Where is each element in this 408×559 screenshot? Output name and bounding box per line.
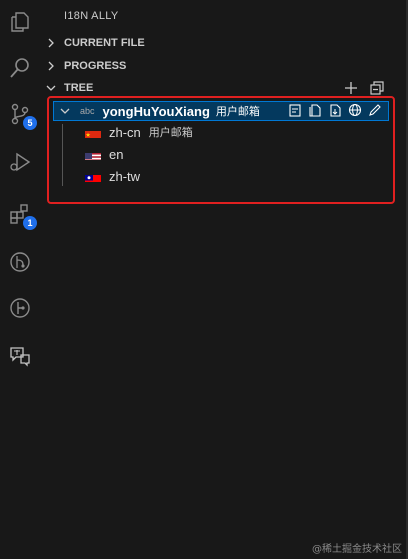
locale-value: 用户邮箱 [148, 126, 193, 139]
section-current-file[interactable]: CURRENT FILE [46, 34, 406, 52]
sidebar: I18N ALLY CURRENT FILE PROGRESS TREE abc… [40, 0, 408, 559]
section-tree-label: TREE [64, 82, 94, 94]
git-lens-icon[interactable] [4, 292, 36, 324]
section-progress-label: PROGRESS [64, 60, 127, 72]
source-control-badge: 5 [23, 116, 37, 130]
locale-row-zh-tw[interactable]: zh-tw [85, 166, 140, 186]
extensions-icon[interactable]: 1 [4, 198, 37, 230]
i18n-ally-icon[interactable] [4, 340, 36, 372]
key-value: 用户邮箱 [215, 105, 260, 118]
key-actions [288, 102, 382, 121]
locale-code: zh-tw [109, 168, 141, 184]
locale-code: en [109, 146, 124, 162]
git-graph-icon[interactable] [4, 246, 36, 278]
china-flag-icon [85, 127, 101, 138]
search-icon[interactable] [4, 52, 36, 84]
copy-key-icon[interactable] [308, 102, 322, 121]
chevron-down-icon [46, 81, 60, 95]
tree-root-row[interactable]: abc yongHuYouXiang 用户邮箱 [53, 101, 389, 121]
source-control-icon[interactable]: 5 [4, 98, 37, 130]
chevron-down-icon[interactable] [60, 106, 74, 116]
explorer-icon[interactable] [4, 6, 36, 38]
locale-row-zh-cn[interactable]: zh-cn 用户邮箱 [85, 122, 193, 142]
edit-pencil-icon[interactable] [368, 102, 382, 121]
key-name: yongHuYouXiang [102, 103, 210, 119]
translate-globe-icon[interactable] [348, 102, 362, 121]
chevron-right-icon [46, 59, 60, 73]
usa-flag-icon [85, 149, 101, 160]
locale-code: zh-cn [109, 124, 141, 140]
watermark: @稀土掘金技术社区 [312, 544, 402, 555]
run-debug-icon[interactable] [4, 146, 36, 178]
chevron-right-icon [46, 36, 60, 50]
sidebar-title: I18N ALLY [64, 10, 119, 22]
go-to-definition-icon[interactable] [328, 102, 342, 121]
taiwan-flag-icon [85, 171, 101, 182]
locale-row-en[interactable]: en [85, 144, 123, 164]
section-current-file-label: CURRENT FILE [64, 37, 145, 49]
activity-bar: 5 1 [0, 0, 40, 559]
extensions-badge: 1 [23, 216, 37, 230]
section-progress[interactable]: PROGRESS [46, 57, 406, 75]
open-key-icon[interactable] [288, 102, 302, 121]
tree-indent-guide [62, 124, 63, 186]
string-type-label: abc [80, 106, 95, 116]
tree-highlight-box: abc yongHuYouXiang 用户邮箱 zh-cn 用户邮箱 en zh… [47, 96, 395, 204]
